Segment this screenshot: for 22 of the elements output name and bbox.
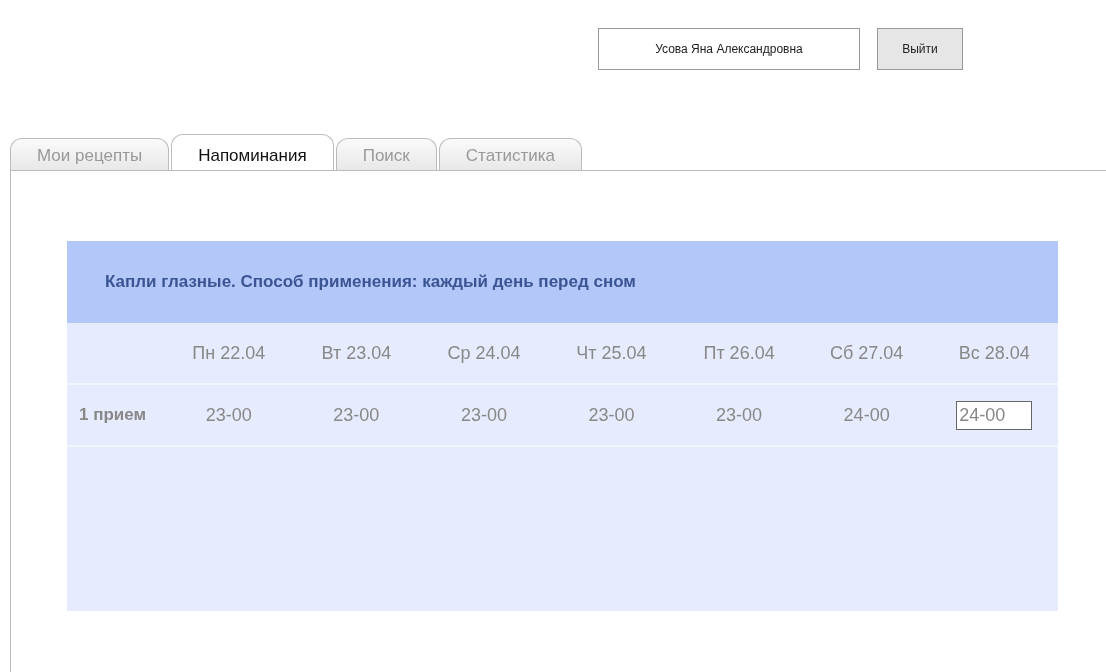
dose-label: 1 прием <box>78 404 148 427</box>
tab[interactable]: Поиск <box>335 138 437 170</box>
day-header: Сб 27.04 <box>828 341 905 365</box>
time-cell-text: 24-00 <box>842 403 891 427</box>
time-cell-text: 23-00 <box>587 403 636 427</box>
time-cell-text: 23-00 <box>332 403 381 427</box>
reminder-title: Капли глазные. Способ применения: каждый день перед сном <box>105 271 636 294</box>
time-input[interactable]: 24-00 <box>956 400 1033 430</box>
tab[interactable]: Напоминания <box>171 134 334 170</box>
user-name: Усова Яна Александровна <box>598 28 860 70</box>
time-cell-text: 23-00 <box>715 403 764 427</box>
day-header: Пт 26.04 <box>702 341 776 365</box>
day-header: Ср 24.04 <box>446 341 522 365</box>
time-cell-text: 23-00 <box>204 403 253 427</box>
day-header: Вт 23.04 <box>320 341 393 365</box>
time-cell-text: 23-00 <box>459 403 508 427</box>
tab[interactable]: Мои рецепты <box>10 138 170 170</box>
day-header: Пн 22.04 <box>191 341 267 365</box>
logout-button[interactable]: Выйти <box>877 28 963 70</box>
day-header: Чт 25.04 <box>575 341 648 365</box>
day-header: Вс 28.04 <box>957 341 1031 365</box>
tab[interactable]: Статистика <box>438 138 583 170</box>
